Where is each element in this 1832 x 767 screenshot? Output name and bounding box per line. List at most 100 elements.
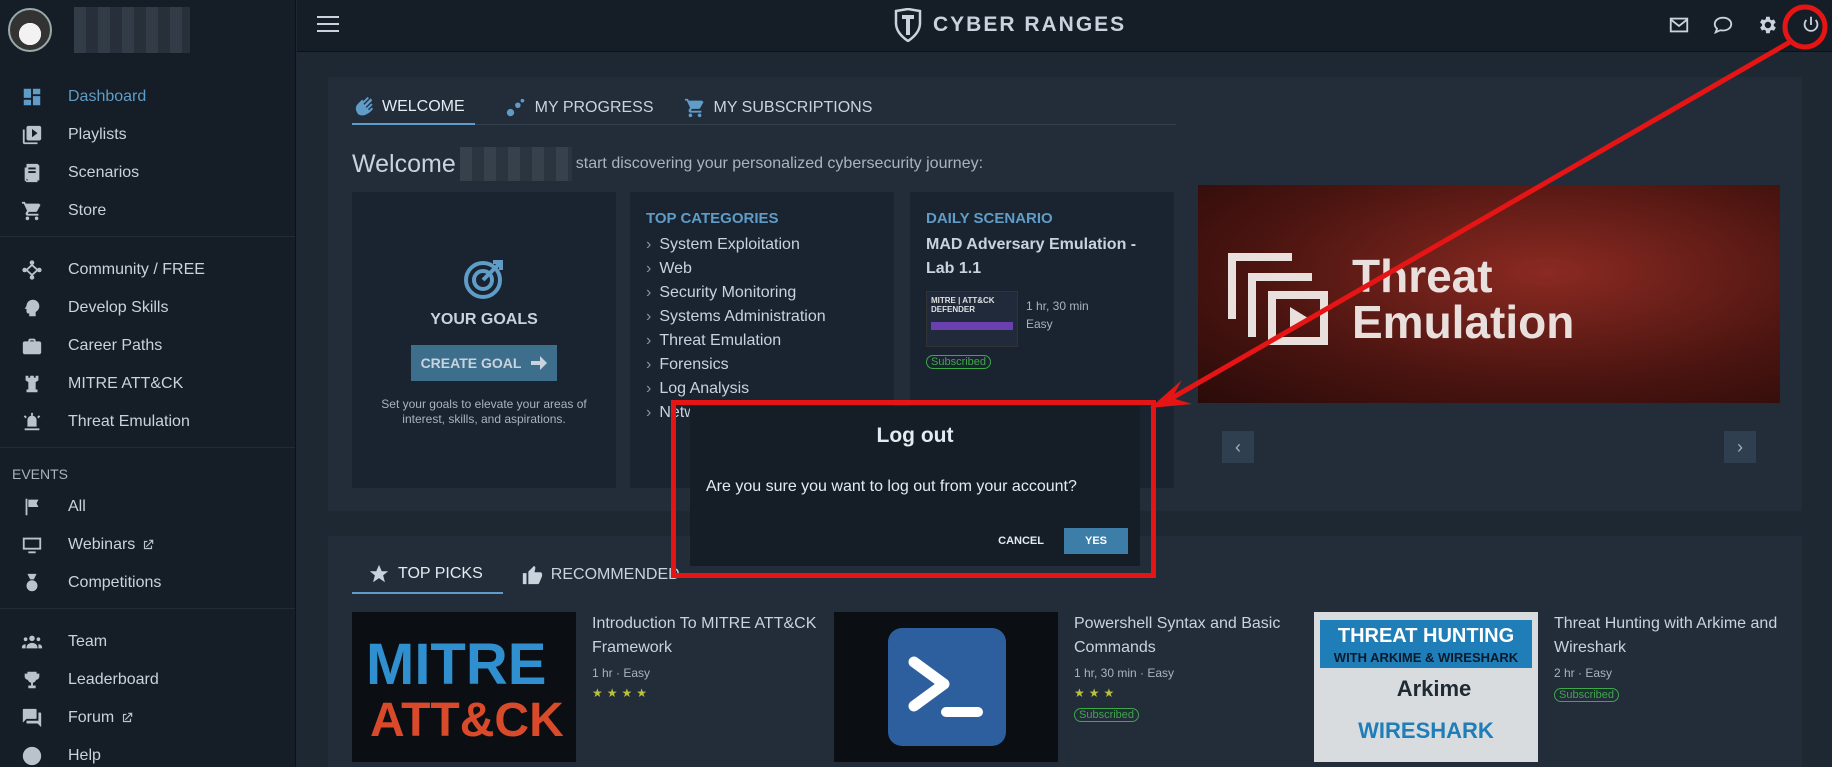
- sidebar-item-leaderboard[interactable]: Leaderboard: [0, 661, 295, 699]
- brain-icon: [20, 296, 44, 320]
- sidebar-item-label: Career Paths: [68, 337, 163, 354]
- sidebar-item-career-paths[interactable]: Career Paths: [0, 327, 295, 365]
- tab-recommended[interactable]: RECOMMENDED: [521, 560, 680, 594]
- sidebar-item-label: Webinars: [68, 536, 136, 553]
- pick-card-powershell[interactable]: Powershell Syntax and Basic Commands 1 h…: [834, 612, 1280, 767]
- sidebar-item-label: MITRE ATT&CK: [68, 375, 184, 392]
- help-icon: [20, 744, 44, 767]
- daily-scenario-info: MITRE | ATT&CK DEFENDER 1 hr, 30 min Eas…: [926, 291, 1158, 347]
- dialog-title: Log out: [876, 424, 954, 447]
- user-profile[interactable]: [0, 0, 295, 60]
- category-item[interactable]: Security Monitoring: [646, 281, 878, 305]
- monitor-icon: [20, 533, 44, 557]
- sidebar-item-label: Community / FREE: [68, 261, 205, 278]
- dashboard-icon: [20, 85, 44, 109]
- sidebar-item-mitre[interactable]: MITRE ATT&CK: [0, 365, 295, 403]
- pick-title[interactable]: Introduction To MITRE ATT&CK Framework: [592, 612, 822, 660]
- category-item[interactable]: Log Analysis: [646, 377, 878, 401]
- power-icon[interactable]: [1796, 10, 1826, 40]
- chat-icon[interactable]: [1708, 10, 1738, 40]
- tab-label: TOP PICKS: [398, 565, 483, 582]
- nav-main: Dashboard Playlists Scenarios Store: [0, 60, 295, 237]
- duration: 2 hr: [1554, 666, 1575, 680]
- forum-icon: [20, 706, 44, 730]
- brand-logo[interactable]: CYBER RANGES: [893, 8, 1126, 42]
- powershell-thumbnail[interactable]: [834, 612, 1058, 762]
- thumb-text: WIRESHARK: [1358, 718, 1494, 743]
- rating-stars: ★★★★: [592, 686, 652, 700]
- yes-button[interactable]: YES: [1064, 528, 1128, 554]
- carousel-next-button[interactable]: ›: [1724, 431, 1756, 463]
- trophy-icon: [20, 668, 44, 692]
- redacted-username: [459, 147, 572, 181]
- sidebar-item-develop-skills[interactable]: Develop Skills: [0, 289, 295, 327]
- picks-tabs: TOP PICKS RECOMMENDED: [352, 560, 680, 594]
- category-item[interactable]: Forensics: [646, 353, 878, 377]
- sidebar-item-help[interactable]: Help: [0, 737, 295, 767]
- sidebar-item-label: Store: [68, 202, 107, 219]
- pick-title[interactable]: Powershell Syntax and Basic Commands: [1074, 612, 1304, 660]
- avatar[interactable]: [8, 8, 52, 52]
- sidebar-item-webinars[interactable]: Webinars: [0, 526, 295, 564]
- pick-info: Introduction To MITRE ATT&CK Framework 1…: [592, 612, 822, 700]
- tab-my-progress[interactable]: MY PROGRESS: [505, 95, 654, 125]
- sidebar-item-playlists[interactable]: Playlists: [0, 116, 295, 154]
- sidebar-item-store[interactable]: Store: [0, 192, 295, 230]
- pick-title[interactable]: Threat Hunting with Arkime and Wireshark: [1554, 612, 1784, 660]
- arrow-right-icon: [531, 356, 548, 370]
- goals-card: YOUR GOALS CREATE GOAL Set your goals to…: [352, 192, 616, 488]
- cancel-button[interactable]: CANCEL: [998, 535, 1044, 547]
- welcome-tabs: WELCOME MY PROGRESS MY SUBSCRIPTIONS: [352, 95, 1176, 125]
- nav-skills: Community / FREE Develop Skills Career P…: [0, 237, 295, 448]
- category-item[interactable]: System Exploitation: [646, 233, 878, 257]
- sidebar-item-label: Playlists: [68, 126, 127, 143]
- tab-my-subscriptions[interactable]: MY SUBSCRIPTIONS: [684, 95, 872, 125]
- menu-icon[interactable]: [317, 16, 339, 36]
- create-goal-button[interactable]: CREATE GOAL: [411, 345, 557, 381]
- sidebar-item-team[interactable]: Team: [0, 623, 295, 661]
- goals-title: YOUR GOALS: [430, 311, 538, 328]
- pick-meta: 2 hr · Easy: [1554, 666, 1613, 680]
- tab-label: RECOMMENDED: [550, 566, 680, 583]
- threat-emulation-banner[interactable]: Threat Emulation: [1198, 185, 1780, 403]
- categories-title: TOP CATEGORIES: [646, 210, 779, 227]
- sidebar: Dashboard Playlists Scenarios Store Comm…: [0, 0, 296, 767]
- duration: 1 hr, 30 min: [1074, 666, 1137, 680]
- sidebar-item-label: Develop Skills: [68, 299, 169, 316]
- tab-label: WELCOME: [382, 98, 465, 115]
- sidebar-item-forum[interactable]: Forum: [0, 699, 295, 737]
- sidebar-item-dashboard[interactable]: Dashboard: [0, 78, 295, 116]
- topbar-actions: [1664, 10, 1826, 40]
- sidebar-item-community[interactable]: Community / FREE: [0, 251, 295, 289]
- pick-card-threat-hunting[interactable]: THREAT HUNTING WITH ARKIME & WIRESHARK A…: [1314, 612, 1777, 767]
- sidebar-item-threat-emulation[interactable]: Threat Emulation: [0, 403, 295, 441]
- events-section-title: EVENTS: [12, 466, 69, 482]
- sidebar-item-label: Dashboard: [68, 88, 147, 105]
- pick-card-mitre[interactable]: MITRE ATT&CK Introduction To MITRE ATT&C…: [352, 612, 816, 767]
- daily-scenario-name[interactable]: MAD Adversary Emulation - Lab 1.1: [926, 233, 1158, 281]
- create-goal-label: CREATE GOAL: [420, 355, 522, 371]
- daily-scenario-thumbnail[interactable]: MITRE | ATT&CK DEFENDER: [926, 291, 1018, 347]
- banner-title-line2: Emulation: [1352, 296, 1575, 348]
- category-item[interactable]: Web: [646, 257, 878, 281]
- sidebar-item-scenarios[interactable]: Scenarios: [0, 154, 295, 192]
- sidebar-item-competitions[interactable]: Competitions: [0, 564, 295, 602]
- goals-hint: Set your goals to elevate your areas of …: [381, 397, 587, 426]
- daily-scenario-meta: 1 hr, 30 min Easy: [1026, 297, 1089, 347]
- category-item[interactable]: Threat Emulation: [646, 329, 878, 353]
- carousel-prev-button[interactable]: ‹: [1222, 431, 1254, 463]
- threat-emulation-logo-icon: [1228, 253, 1328, 345]
- nav-events: EVENTS All Webinars Competitions: [0, 448, 295, 609]
- difficulty: Easy: [1147, 666, 1175, 680]
- mail-icon[interactable]: [1664, 10, 1694, 40]
- category-item[interactable]: Systems Administration: [646, 305, 878, 329]
- daily-title: DAILY SCENARIO: [926, 210, 1053, 227]
- threat-hunting-thumbnail[interactable]: THREAT HUNTING WITH ARKIME & WIRESHARK A…: [1314, 612, 1538, 762]
- thumbs-up-icon: [522, 565, 542, 585]
- tab-welcome[interactable]: WELCOME: [352, 95, 475, 125]
- tab-top-picks[interactable]: TOP PICKS: [352, 560, 503, 594]
- sidebar-item-events-all[interactable]: All: [0, 488, 295, 526]
- settings-icon[interactable]: [1752, 10, 1782, 40]
- mitre-attack-thumbnail[interactable]: MITRE ATT&CK: [352, 612, 576, 762]
- status-badge: Subscribed: [1074, 708, 1140, 722]
